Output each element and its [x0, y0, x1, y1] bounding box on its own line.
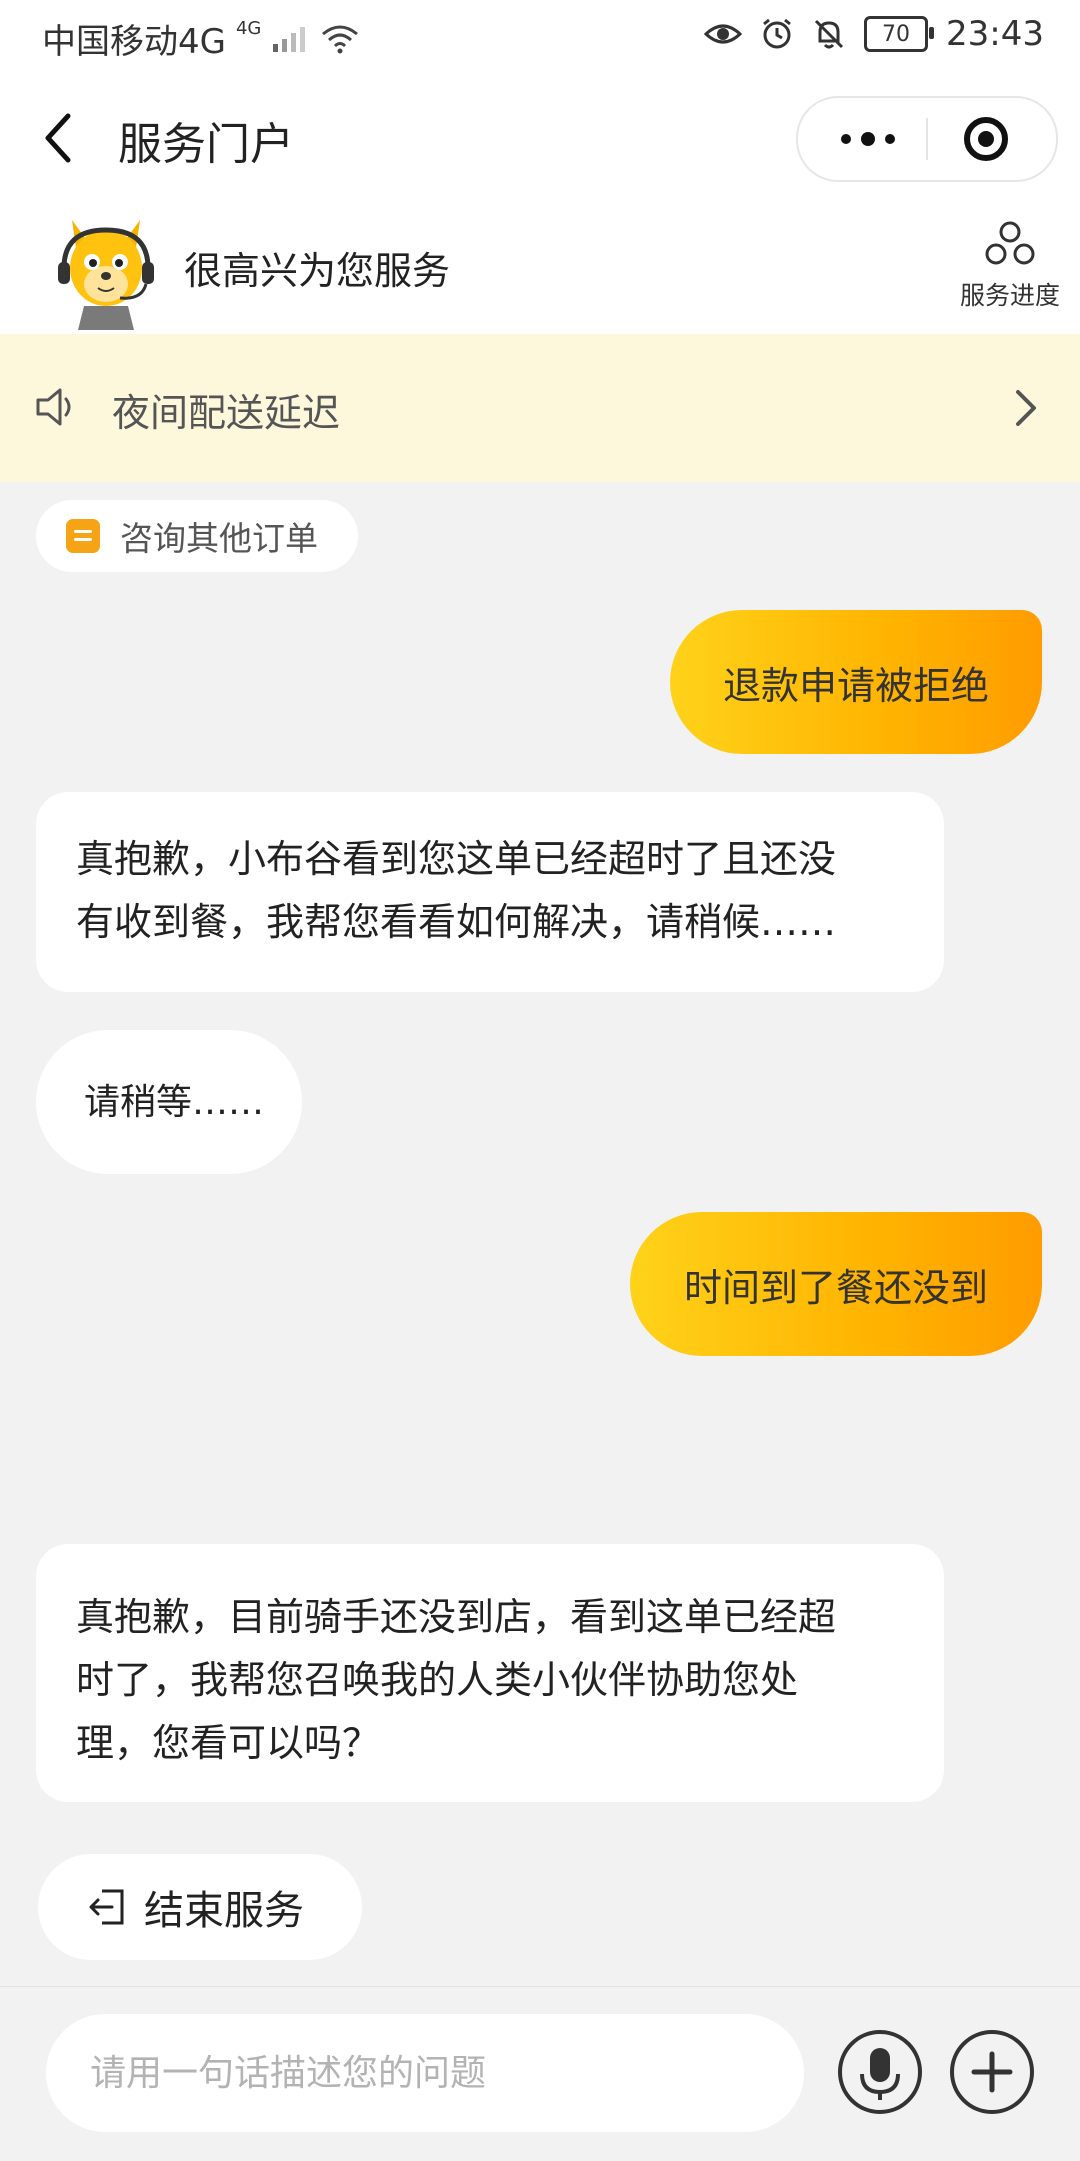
bot-message-line: 真抱歉，小布谷看到您这单已经超时了且还没: [76, 837, 837, 881]
exit-icon: [89, 1889, 124, 1925]
bot-message-line: 有收到餐，我帮您看看如何解决，请稍候……: [76, 900, 837, 944]
other-order-chip[interactable]: 咨询其他订单: [36, 500, 358, 572]
status-right: 70 23:43: [704, 14, 1044, 54]
bot-message-line: 真抱歉，目前骑手还没到店，看到这单已经超: [76, 1595, 837, 1639]
bot-message: 请稍等……: [36, 1030, 302, 1174]
page-title: 服务门户: [118, 119, 294, 170]
user-message: 时间到了餐还没到: [630, 1212, 1042, 1356]
message-input[interactable]: [46, 2014, 804, 2132]
battery-icon: 70: [864, 16, 935, 52]
close-miniprogram-icon[interactable]: [964, 117, 1008, 161]
end-service-label: 结束服务: [144, 1888, 304, 1934]
plus-icon: [971, 2051, 1013, 2093]
voice-button[interactable]: [838, 2030, 922, 2114]
alarm-icon: [763, 18, 791, 49]
assistant-greeting: 很高兴为您服务: [184, 249, 451, 293]
back-arrow-icon[interactable]: [38, 108, 82, 168]
other-order-label: 咨询其他订单: [120, 519, 318, 558]
bot-message-text: 请稍等……: [84, 1081, 265, 1123]
service-progress-label: 服务进度: [959, 281, 1060, 310]
notice-text: 夜间配送延迟: [112, 391, 341, 435]
bot-message-line: 理，您看可以吗？: [76, 1721, 381, 1765]
user-message: 退款申请被拒绝: [670, 610, 1042, 754]
add-button[interactable]: [950, 2030, 1034, 2114]
bot-message: 真抱歉，小布谷看到您这单已经超时了且还没 有收到餐，我帮您看看如何解决，请稍候……: [36, 792, 944, 992]
mascot-avatar: [58, 220, 154, 330]
battery-level: 70: [882, 21, 911, 47]
document-icon: [66, 519, 100, 553]
miniprogram-capsule: [796, 96, 1058, 182]
mute-bell-icon: [814, 19, 844, 49]
user-message-text: 退款申请被拒绝: [722, 663, 989, 708]
end-service-button[interactable]: 结束服务: [38, 1854, 362, 1960]
message-input-container[interactable]: [46, 2014, 804, 2132]
service-progress-icon: [985, 221, 1035, 265]
assistant-header: [0, 206, 1080, 334]
eye-icon: [704, 24, 743, 44]
signal-bars-icon: [273, 26, 306, 52]
chevron-right-icon[interactable]: [1012, 386, 1040, 430]
bot-message-line: 时了，我帮您召唤我的人类小伙伴协助您处: [76, 1658, 799, 1702]
capsule-divider: [926, 118, 928, 160]
status-left: 中国移动4G 4G: [42, 14, 359, 63]
microphone-icon: [860, 2048, 900, 2100]
service-progress-button[interactable]: 服务进度: [950, 220, 1070, 312]
speaker-icon: [36, 388, 71, 426]
user-message-text: 时间到了餐还没到: [683, 1265, 988, 1310]
network-tag: 4G: [235, 18, 262, 39]
wifi-icon: [322, 25, 359, 53]
carrier-label: 中国移动4G: [42, 22, 226, 62]
bot-message: 真抱歉，目前骑手还没到店，看到这单已经超 时了，我帮您召唤我的人类小伙伴协助您处…: [36, 1544, 944, 1802]
more-menu-icon[interactable]: [838, 129, 898, 149]
clock: 23:43: [946, 14, 1044, 54]
signal-icon: 4G: [236, 18, 261, 39]
